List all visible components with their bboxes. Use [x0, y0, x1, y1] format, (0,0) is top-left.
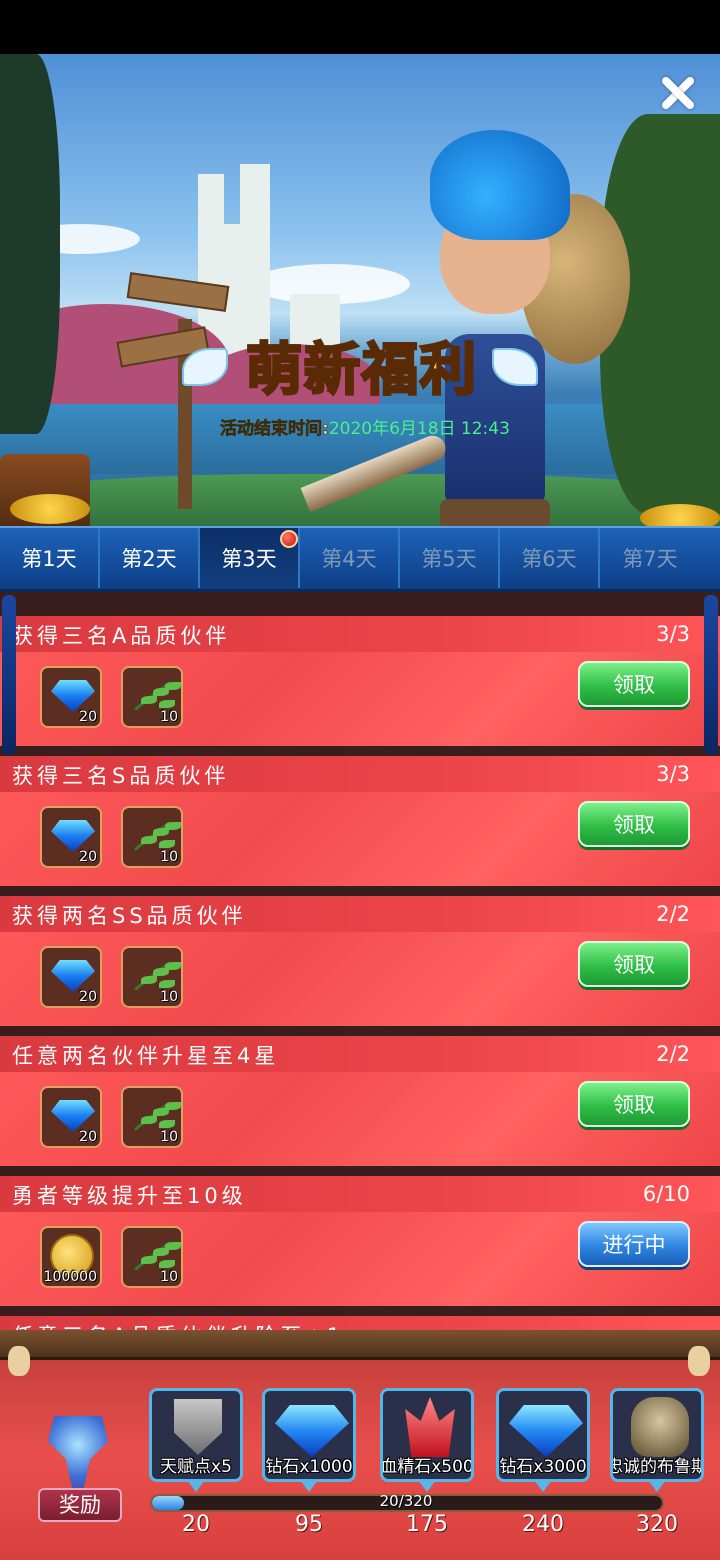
event-title-logo: 萌新福利: [182, 330, 538, 410]
diamond-icon: [509, 1405, 583, 1457]
diamond-icon: [51, 960, 95, 992]
milestone-reward-4[interactable]: 钻石x3000: [496, 1388, 590, 1482]
reward-count: 10: [160, 849, 178, 865]
event-title: 萌新福利: [245, 336, 478, 405]
task-title: 任意两名伙伴升星至4星: [12, 1044, 280, 1068]
tab-day-6[interactable]: 第6天: [500, 528, 600, 588]
event-end-time: 活动结束时间:2020年6月18日 12:43: [220, 414, 510, 440]
milestone-name: 血精石x500: [380, 1457, 474, 1477]
reward-item[interactable]: 20: [40, 666, 102, 728]
claim-button[interactable]: 领取: [578, 661, 690, 707]
trophy-icon: [30, 1416, 126, 1498]
shield-icon: [174, 1399, 222, 1455]
task-title: 获得三名S品质伙伴: [12, 764, 230, 788]
tab-day-4[interactable]: 第4天: [300, 528, 400, 588]
notification-dot-icon: [280, 530, 298, 548]
diamond-icon: [51, 820, 95, 852]
diamond-icon: [275, 1405, 349, 1457]
claim-button[interactable]: 领取: [578, 1081, 690, 1127]
panel-rail: [0, 1330, 720, 1360]
reward-item[interactable]: 10: [121, 806, 183, 868]
tab-day-3[interactable]: 第3天: [200, 528, 300, 588]
tab-day-1[interactable]: 第1天: [0, 528, 100, 588]
milestone-name: 天赋点x5: [160, 1457, 232, 1477]
day-tabs: 第1天 第2天 第3天 第4天 第5天 第6天 第7天: [0, 526, 720, 592]
tab-day-7[interactable]: 第7天: [600, 528, 700, 588]
tab-day-5[interactable]: 第5天: [400, 528, 500, 588]
close-button[interactable]: [656, 72, 698, 114]
progress-text: 20/320: [379, 1492, 433, 1510]
milestone-name: 钻石x3000: [499, 1457, 587, 1477]
milestone-pointer: [648, 1480, 666, 1492]
reward-item[interactable]: 10: [121, 946, 183, 1008]
reward-item[interactable]: 100000: [40, 1226, 102, 1288]
task-item: 勇者等级提升至10级 6/10 100000 10 进行中: [0, 1176, 720, 1306]
milestone-name: 钻石x1000: [265, 1457, 353, 1477]
event-banner: [0, 54, 720, 526]
reward-item[interactable]: 10: [121, 666, 183, 728]
reward-count: 20: [79, 709, 97, 725]
claim-button[interactable]: 领取: [578, 801, 690, 847]
reward-count: 20: [79, 849, 97, 865]
task-title: 勇者等级提升至10级: [12, 1184, 247, 1208]
milestone-pointer: [300, 1480, 318, 1492]
milestone-reward-3[interactable]: 血精石x500: [380, 1388, 474, 1482]
task-progress: 2/2: [656, 902, 690, 926]
task-item: 获得三名A品质伙伴 3/3 20 10 领取: [0, 616, 720, 746]
reward-count: 100000: [43, 1269, 97, 1285]
task-item: 获得两名SS品质伙伴 2/2 20 10 领取: [0, 896, 720, 1026]
task-item: 获得三名S品质伙伴 3/3 20 10 领取: [0, 756, 720, 886]
reward-count: 10: [160, 709, 178, 725]
blood-crystal-icon: [405, 1397, 455, 1457]
task-title: 获得三名A品质伙伴: [12, 624, 231, 648]
skull-warrior-icon: [631, 1397, 689, 1457]
milestone-pointer: [187, 1480, 205, 1492]
reward-count: 10: [160, 1129, 178, 1145]
end-time-label: 活动结束时间:: [220, 419, 329, 440]
milestone-reward-5[interactable]: 忠诚的布鲁斯: [610, 1388, 704, 1482]
milestone-pointer: [418, 1480, 436, 1492]
milestone-reward-2[interactable]: 钻石x1000: [262, 1388, 356, 1482]
claim-button[interactable]: 领取: [578, 941, 690, 987]
reward-item[interactable]: 10: [121, 1226, 183, 1288]
end-time-value: 2020年6月18日 12:43: [328, 419, 510, 439]
milestone-pointer: [534, 1480, 552, 1492]
task-progress: 6/10: [642, 1182, 690, 1206]
diamond-icon: [51, 1100, 95, 1132]
reward-count: 10: [160, 1269, 178, 1285]
reward-item[interactable]: 20: [40, 806, 102, 868]
reward-item[interactable]: 10: [121, 1086, 183, 1148]
banner-pole: [704, 595, 718, 755]
reward-count: 20: [79, 1129, 97, 1145]
reward-count: 20: [79, 989, 97, 1005]
task-list[interactable]: 获得三名A品质伙伴 3/3 20 10 领取 获得三名S品质伙伴 3/3 20 …: [0, 592, 720, 1332]
reward-item[interactable]: 20: [40, 946, 102, 1008]
diamond-icon: [51, 680, 95, 712]
milestone-value: 20: [182, 1512, 210, 1537]
milestone-value: 175: [406, 1512, 448, 1537]
task-title: 获得两名SS品质伙伴: [12, 904, 247, 928]
reward-item[interactable]: 20: [40, 1086, 102, 1148]
milestone-reward-1[interactable]: 天赋点x5: [149, 1388, 243, 1482]
task-item: 任意两名伙伴升星至4星 2/2 20 10 领取: [0, 1036, 720, 1166]
task-progress: 3/3: [656, 622, 690, 646]
milestone-value: 95: [295, 1512, 323, 1537]
in-progress-button[interactable]: 进行中: [578, 1221, 690, 1267]
milestone-value: 320: [636, 1512, 678, 1537]
task-progress: 2/2: [656, 1042, 690, 1066]
tab-day-2[interactable]: 第2天: [100, 528, 200, 588]
milestone-name: 忠诚的布鲁斯: [610, 1457, 704, 1477]
milestone-value: 240: [522, 1512, 564, 1537]
task-progress: 3/3: [656, 762, 690, 786]
reward-count: 10: [160, 989, 178, 1005]
banner-pole: [2, 595, 16, 755]
